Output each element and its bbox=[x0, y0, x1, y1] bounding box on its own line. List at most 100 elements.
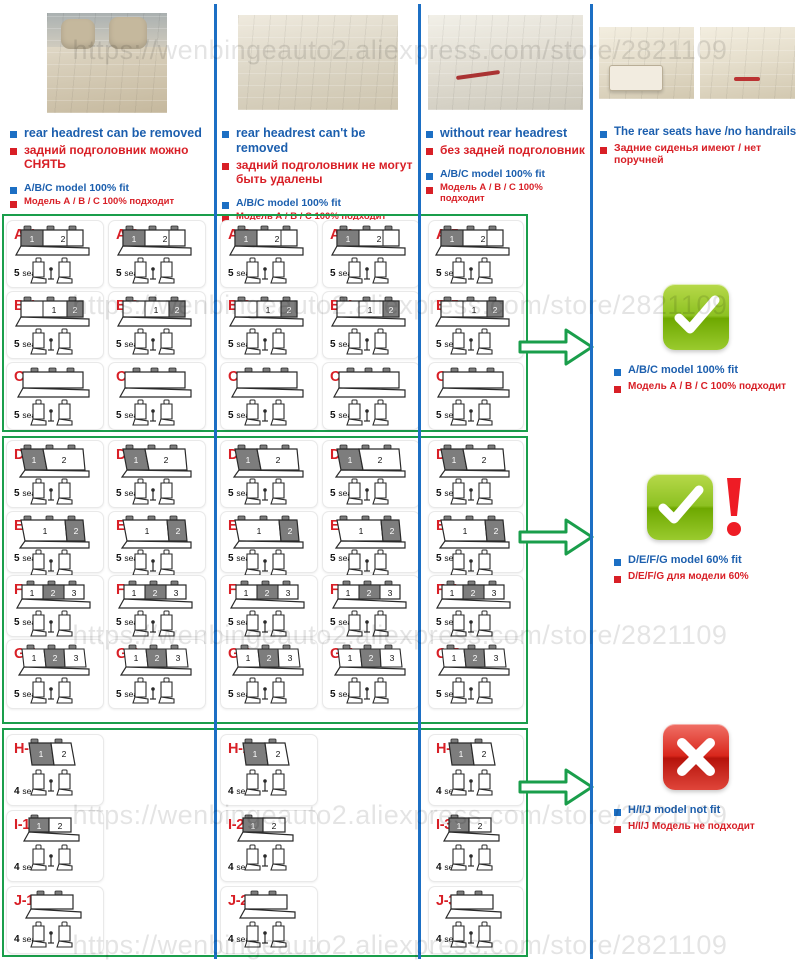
grid-cell-a-1[interactable]: A-15 seats12 bbox=[6, 220, 104, 288]
seat-layout-diagram-icon: 12 bbox=[236, 814, 294, 871]
svg-text:1: 1 bbox=[134, 653, 139, 663]
svg-text:1: 1 bbox=[452, 455, 457, 465]
grid-cell-i-1[interactable]: I-14 seats12 bbox=[6, 810, 104, 882]
result-line: D/E/F/G для модели 60% bbox=[614, 571, 800, 583]
svg-text:2: 2 bbox=[481, 234, 486, 244]
blue-square-bullet-icon bbox=[10, 187, 17, 195]
legend-line: без задней подголовник bbox=[426, 143, 586, 157]
grid-cell-b-2[interactable]: B-25 seats12 bbox=[108, 291, 206, 359]
legend-spacer bbox=[222, 188, 414, 197]
grid-cell-f-5[interactable]: F-55 seats123 bbox=[428, 575, 524, 637]
legend-line: Модель А / В / С 100% подходит bbox=[10, 196, 210, 209]
grid-cell-g-5[interactable]: G-55 seats123 bbox=[428, 639, 524, 709]
grid-cell-a-4[interactable]: A-45 seats12 bbox=[322, 220, 420, 288]
grid-cell-f-4[interactable]: F-45 seats123 bbox=[322, 575, 420, 637]
grid-cell-h-1[interactable]: H-14 seats12 bbox=[6, 734, 104, 806]
legend-text: задний подголовник можно СНЯТЬ bbox=[24, 142, 189, 171]
svg-text:1: 1 bbox=[154, 305, 159, 315]
grid-cell-c-2[interactable]: C-25 seats bbox=[108, 362, 206, 430]
legend-text: Задние сиденья имеют / нет поручней bbox=[614, 141, 762, 166]
grid-cell-e-3[interactable]: E-35 seats12 bbox=[220, 511, 318, 576]
grid-cell-e-4[interactable]: E-45 seats12 bbox=[322, 511, 420, 576]
legend-line: rear headrest can be removed bbox=[10, 126, 210, 141]
svg-text:3: 3 bbox=[74, 653, 79, 663]
seat-layout-diagram-icon: 12 bbox=[232, 444, 304, 505]
grid-cell-g-1[interactable]: G-15 seats123 bbox=[6, 639, 104, 709]
grid-cell-c-4[interactable]: C-45 seats bbox=[322, 362, 420, 430]
svg-text:1: 1 bbox=[257, 526, 262, 536]
seat-layout-diagram-icon: 12 bbox=[442, 814, 500, 871]
grid-cell-f-3[interactable]: F-35 seats123 bbox=[220, 575, 318, 637]
grid-cell-j-3[interactable]: J-34 seats bbox=[428, 886, 524, 954]
grid-cell-e-5[interactable]: E-55 seats12 bbox=[428, 511, 524, 576]
svg-text:1: 1 bbox=[368, 305, 373, 315]
seat-layout-diagram-icon: 1 2 3 bbox=[17, 644, 90, 704]
grid-cell-e-1[interactable]: E-15 seats12 bbox=[6, 511, 104, 576]
grid-cell-a-5[interactable]: A-55 seats12 bbox=[428, 220, 524, 288]
legend-text: A/B/C model 100% fit bbox=[440, 167, 546, 180]
svg-text:2: 2 bbox=[272, 821, 277, 831]
grid-cell-e-2[interactable]: E-25 seats12 bbox=[108, 511, 206, 576]
red-square-bullet-icon bbox=[426, 187, 433, 195]
blue-square-bullet-icon bbox=[426, 131, 433, 138]
svg-text:1: 1 bbox=[37, 821, 42, 831]
grid-cell-d-4[interactable]: D-45 seats12 bbox=[322, 440, 420, 508]
blue-square-bullet-icon bbox=[426, 172, 433, 180]
grid-cell-c-5[interactable]: C-55 seats bbox=[428, 362, 524, 430]
seat-layout-diagram-icon: 12 bbox=[228, 296, 304, 355]
svg-text:2: 2 bbox=[471, 588, 476, 598]
blue-square-bullet-icon bbox=[614, 559, 621, 566]
grid-cell-g-2[interactable]: G-25 seats123 bbox=[108, 639, 206, 709]
grid-cell-j-1[interactable]: J-14 seats bbox=[6, 886, 104, 954]
red-exclamation-icon bbox=[723, 474, 745, 540]
result-fit: A/B/C model 100% fit Модель А / В / С 100… bbox=[592, 274, 800, 397]
green-arrow-icon bbox=[518, 326, 596, 373]
grid-cell-i-2[interactable]: I-24 seats12 bbox=[220, 810, 318, 882]
seat-layout-diagram-icon: 1 2 3 bbox=[333, 644, 406, 704]
svg-text:2: 2 bbox=[378, 455, 383, 465]
seat-layout-diagram-icon: 1 2 3 bbox=[117, 580, 193, 637]
grid-cell-b-1[interactable]: B-15 seats12 bbox=[6, 291, 104, 359]
grid-cell-h-3[interactable]: H-34 seats12 bbox=[428, 734, 524, 806]
grid-cell-c-3[interactable]: C-35 seats bbox=[220, 362, 318, 430]
svg-text:1: 1 bbox=[346, 588, 351, 598]
seat-layout-diagram-icon: 1 2 3 bbox=[15, 580, 91, 637]
grid-cell-a-2[interactable]: A-25 seats12 bbox=[108, 220, 206, 288]
svg-text:1: 1 bbox=[348, 455, 353, 465]
blue-square-bullet-icon bbox=[10, 131, 17, 138]
svg-text:2: 2 bbox=[155, 653, 160, 663]
result-panel: A/B/C model 100% fit Модель А / В / С 100… bbox=[592, 214, 800, 959]
grid-cell-b-5[interactable]: B-55 seats12 bbox=[428, 291, 524, 359]
grid-cell-d-5[interactable]: D-55 seats12 bbox=[428, 440, 524, 508]
result-text: H/I/J model not fit H/I/J Модель не подхо… bbox=[592, 804, 800, 833]
svg-text:1: 1 bbox=[251, 821, 256, 831]
grid-cell-j-2[interactable]: J-24 seats bbox=[220, 886, 318, 954]
grid-cell-g-4[interactable]: G-45 seats123 bbox=[322, 639, 420, 709]
grid-cell-h-2[interactable]: H-24 seats12 bbox=[220, 734, 318, 806]
seat-layout-diagram-icon: 12 bbox=[434, 225, 510, 284]
blue-square-bullet-icon bbox=[222, 131, 229, 138]
red-square-bullet-icon bbox=[426, 147, 433, 155]
grid-cell-a-3[interactable]: A-35 seats12 bbox=[220, 220, 318, 288]
result-line-text: D/E/F/G для модели 60% bbox=[628, 570, 749, 582]
svg-text:2: 2 bbox=[163, 234, 168, 244]
result-line-text: H/I/J model not fit bbox=[628, 804, 721, 816]
grid-cell-b-3[interactable]: B-35 seats12 bbox=[220, 291, 318, 359]
grid-cell-d-1[interactable]: D-15 seats12 bbox=[6, 440, 104, 508]
svg-text:2: 2 bbox=[267, 653, 272, 663]
seat-layout-diagram-icon: 12 bbox=[228, 225, 304, 284]
grid-cell-f-2[interactable]: F-25 seats123 bbox=[108, 575, 206, 637]
grid-cell-d-3[interactable]: D-35 seats12 bbox=[220, 440, 318, 508]
legend-line: without rear headrest bbox=[426, 126, 586, 141]
grid-cell-f-1[interactable]: F-15 seats123 bbox=[6, 575, 104, 637]
grid-cell-b-4[interactable]: B-45 seats12 bbox=[322, 291, 420, 359]
grid-cell-c-1[interactable]: C-15 seats bbox=[6, 362, 104, 430]
svg-text:1: 1 bbox=[32, 653, 37, 663]
seat-layout-diagram-icon: 12 bbox=[120, 444, 192, 505]
grid-cell-d-2[interactable]: D-25 seats12 bbox=[108, 440, 206, 508]
svg-text:3: 3 bbox=[390, 653, 395, 663]
grid-cell-g-3[interactable]: G-35 seats123 bbox=[220, 639, 318, 709]
grid-cell-i-3[interactable]: I-34 seats12 bbox=[428, 810, 524, 882]
seat-layout-diagram-icon: 12 bbox=[334, 444, 406, 505]
seat-layout-diagram-icon bbox=[444, 890, 502, 948]
